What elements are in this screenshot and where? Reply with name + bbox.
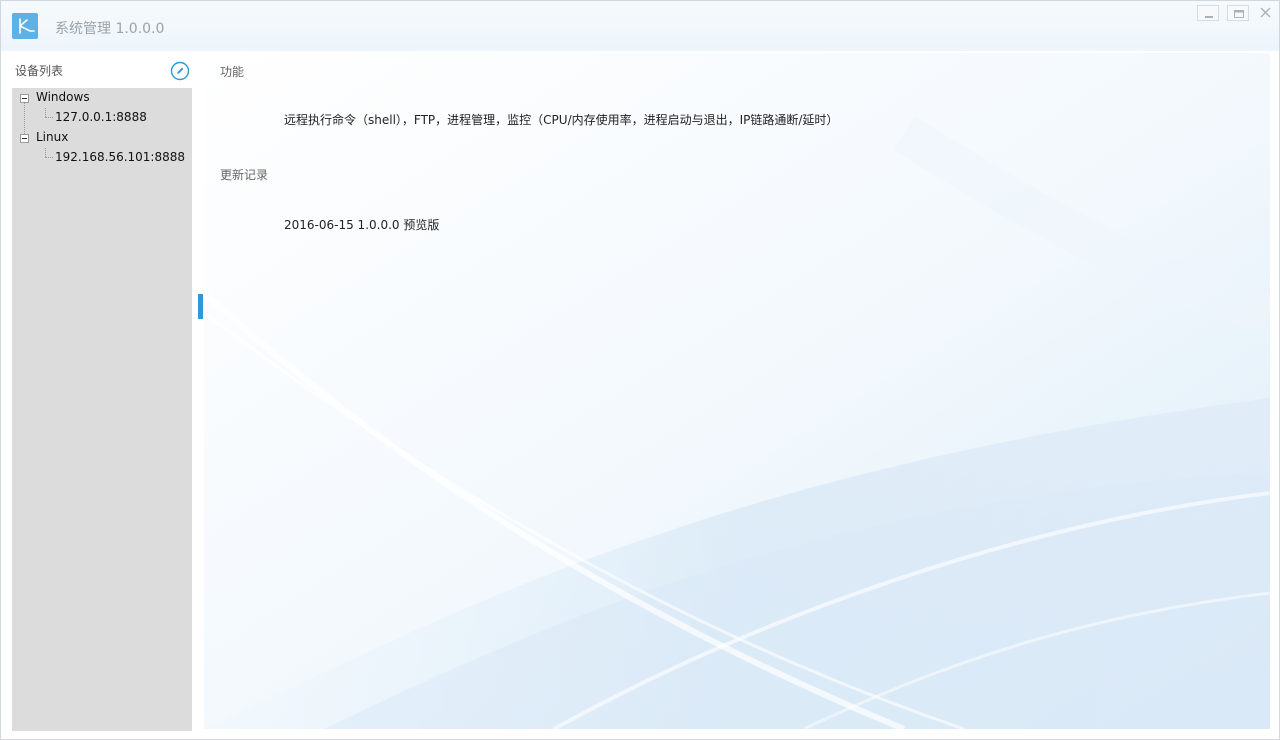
- app-window: 系统管理 1.0.0.0 设备列表 Windows 127.0.0.1:8888…: [0, 0, 1280, 740]
- tree-item-device[interactable]: 192.168.56.101:8888: [55, 150, 185, 164]
- edit-icon: [170, 61, 190, 81]
- tree-line: [24, 102, 25, 138]
- minimize-icon: [1205, 16, 1213, 18]
- background-decoration: [204, 53, 1270, 729]
- window-title: 系统管理 1.0.0.0: [55, 21, 165, 37]
- tree-group-windows[interactable]: Windows: [36, 90, 90, 104]
- collapse-toggle-icon[interactable]: [20, 134, 29, 143]
- tree-line: [45, 108, 46, 117]
- changelog-body: 2016-06-15 1.0.0.0 预览版: [284, 218, 440, 232]
- title-bar[interactable]: 系统管理 1.0.0.0: [1, 1, 1279, 51]
- tree-item-device[interactable]: 127.0.0.1:8888: [55, 110, 147, 124]
- features-title: 功能: [220, 65, 245, 79]
- tree-line: [45, 157, 53, 158]
- edit-button[interactable]: [170, 61, 190, 81]
- app-logo-icon: [12, 13, 38, 39]
- device-tree[interactable]: Windows 127.0.0.1:8888 Linux 192.168.56.…: [12, 88, 192, 731]
- changelog-title: 更新记录: [220, 168, 269, 182]
- minimize-button[interactable]: [1197, 5, 1219, 21]
- tree-line: [45, 148, 46, 157]
- close-button[interactable]: [1257, 5, 1275, 21]
- collapse-toggle-icon[interactable]: [20, 94, 29, 103]
- features-body: 远程执行命令（shell），FTP，进程管理，监控（CPU/内存使用率，进程启动…: [284, 113, 839, 127]
- main-panel: 功能 远程执行命令（shell），FTP，进程管理，监控（CPU/内存使用率，进…: [204, 53, 1270, 729]
- maximize-icon: [1234, 10, 1244, 18]
- splitter-handle[interactable]: [198, 294, 203, 319]
- maximize-button[interactable]: [1227, 5, 1249, 21]
- close-icon: [1260, 7, 1271, 18]
- device-list-title: 设备列表: [15, 64, 64, 78]
- tree-group-linux[interactable]: Linux: [36, 130, 68, 144]
- tree-line: [45, 117, 53, 118]
